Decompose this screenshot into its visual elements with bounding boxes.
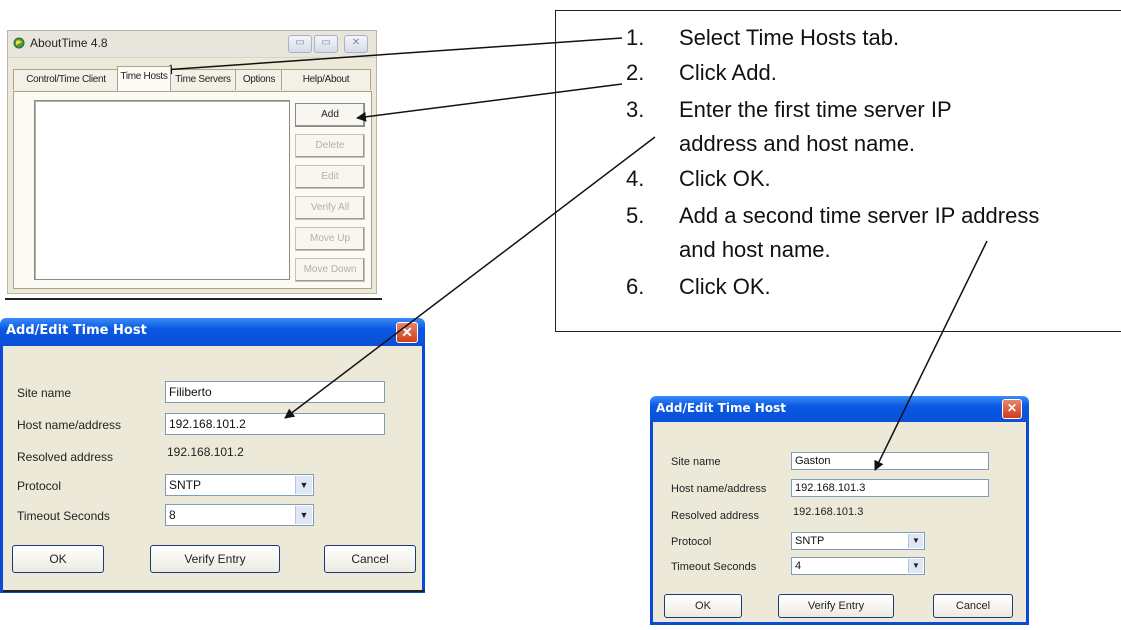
- tab-time-hosts[interactable]: Time Hosts: [117, 66, 171, 91]
- arrow-step-1: [162, 37, 623, 75]
- arrow-step-5: [874, 240, 988, 471]
- arrow-step-2: [356, 83, 623, 122]
- arrow-step-3: [284, 136, 656, 419]
- callout-arrows: [162, 37, 988, 471]
